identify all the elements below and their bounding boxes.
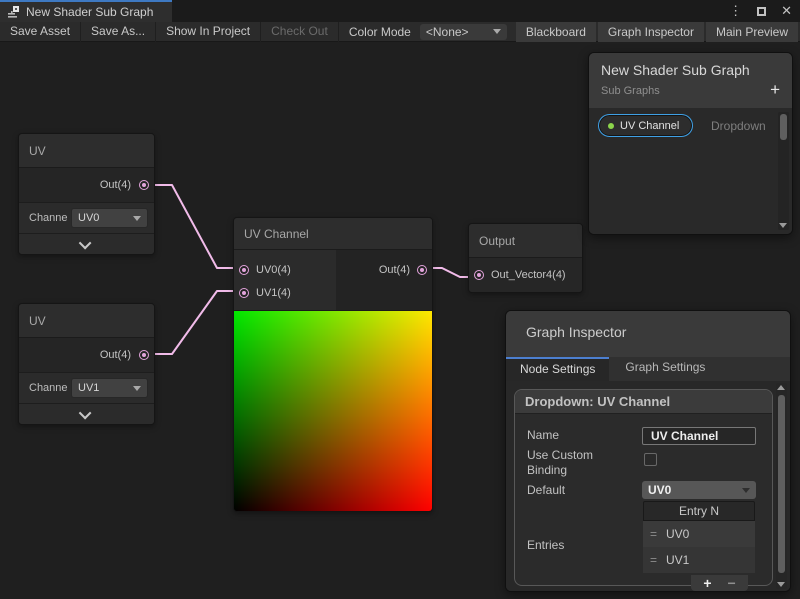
add-property-button[interactable]: + (770, 81, 780, 98)
shader-graph-icon (7, 5, 20, 19)
entry-row-uv1[interactable]: = UV1 (643, 547, 755, 573)
uv-gradient-preview (234, 310, 432, 511)
exposed-dot-icon (608, 123, 614, 129)
node-uv-top[interactable]: UV Out(4) Channe UV0 (18, 133, 155, 255)
remove-entry-button[interactable]: − (728, 576, 736, 590)
node-uv-channel[interactable]: UV Channel UV0(4) UV1(4) Out(4) (233, 217, 433, 512)
chevron-down-icon (742, 488, 750, 493)
color-mode-dropdown[interactable]: <None> (420, 24, 507, 40)
collapse-preview-button[interactable] (19, 403, 154, 424)
scrollbar-thumb[interactable] (778, 395, 785, 573)
output-port[interactable] (139, 350, 149, 360)
save-as-button[interactable]: Save As... (81, 22, 156, 42)
entries-list: Entry N = UV0 = UV1 (643, 501, 755, 573)
node-header[interactable]: Output (469, 224, 582, 258)
entries-footer: + − (691, 575, 748, 591)
graph-inspector-panel: Graph Inspector Node Settings Graph Sett… (505, 310, 791, 592)
drag-handle-icon[interactable]: = (650, 527, 657, 541)
entries-label: Entries (527, 538, 564, 552)
property-name: UV Channel (620, 120, 679, 132)
collapse-chevron-icon (79, 236, 92, 249)
edge-uv1[interactable] (145, 291, 243, 354)
blackboard-scrollbar[interactable] (778, 112, 789, 230)
chevron-down-icon (493, 29, 501, 34)
inspector-title: Graph Inspector (506, 311, 790, 340)
property-type-label: Dropdown (711, 119, 766, 133)
shader-graph-window: New Shader Sub Graph ⋮ ✕ Save Asset Save… (0, 0, 800, 599)
entries-header: Entry N (643, 501, 755, 521)
name-input[interactable]: UV Channel (642, 427, 756, 445)
scroll-down-icon[interactable] (779, 223, 787, 228)
kebab-menu-icon[interactable]: ⋮ (729, 3, 742, 19)
add-entry-button[interactable]: + (703, 576, 711, 590)
blackboard-subtitle: Sub Graphs (589, 78, 792, 97)
color-mode-value: <None> (426, 25, 493, 39)
channel-dropdown[interactable]: UV0 (71, 208, 148, 228)
port-label-uv0: UV0(4) (256, 264, 291, 276)
collapse-chevron-icon (79, 406, 92, 419)
channel-label: Channe (29, 212, 71, 224)
close-icon[interactable]: ✕ (781, 3, 792, 19)
section-title: Dropdown: UV Channel (515, 390, 772, 414)
input-port-out-vector4[interactable] (474, 270, 484, 280)
chevron-down-icon (133, 216, 141, 221)
default-dropdown[interactable]: UV0 (642, 481, 756, 499)
name-label: Name (527, 428, 559, 442)
edge-uv0[interactable] (145, 185, 243, 268)
node-header[interactable]: UV (19, 134, 154, 168)
tab-node-settings[interactable]: Node Settings (506, 357, 609, 381)
graph-inspector-toggle-button[interactable]: Graph Inspector (598, 22, 704, 42)
blackboard-toggle-button[interactable]: Blackboard (516, 22, 596, 42)
save-asset-button[interactable]: Save Asset (0, 22, 81, 42)
chevron-down-icon (133, 386, 141, 391)
blackboard-panel: New Shader Sub Graph Sub Graphs + UV Cha… (588, 52, 793, 235)
dropdown-settings-section: Dropdown: UV Channel Name UV Channel Use… (514, 389, 773, 586)
property-pill-uv-channel[interactable]: UV Channel (598, 114, 693, 137)
entry-row-uv0[interactable]: = UV0 (643, 521, 755, 547)
window-controls: ⋮ ✕ (729, 0, 792, 22)
input-port-uv1[interactable] (239, 288, 249, 298)
scroll-down-icon[interactable] (777, 582, 785, 587)
collapse-preview-button[interactable] (19, 233, 154, 254)
tab-new-shader-sub-graph[interactable]: New Shader Sub Graph (0, 0, 172, 22)
input-port-uv0[interactable] (239, 265, 249, 275)
port-label-uv1: UV1(4) (256, 287, 291, 299)
titlebar: New Shader Sub Graph ⋮ ✕ (0, 0, 800, 22)
port-label-out: Out(4) (100, 338, 131, 372)
toolbar: Save Asset Save As... Show In Project Ch… (0, 22, 800, 42)
inspector-scrollbar[interactable] (776, 383, 787, 589)
node-output[interactable]: Output Out_Vector4(4) (468, 223, 583, 293)
blackboard-title: New Shader Sub Graph (589, 53, 792, 78)
channel-dropdown[interactable]: UV1 (71, 378, 148, 398)
show-in-project-button[interactable]: Show In Project (156, 22, 261, 42)
color-mode-label: Color Mode (339, 25, 420, 39)
port-label-out: Out(4) (379, 264, 410, 276)
inspector-tabs: Node Settings Graph Settings (506, 357, 790, 381)
default-label: Default (527, 483, 565, 497)
inspector-header[interactable]: Graph Inspector (506, 311, 790, 357)
port-label-out: Out(4) (100, 168, 131, 202)
channel-label: Channe (29, 382, 71, 394)
blackboard-header[interactable]: New Shader Sub Graph Sub Graphs + (589, 53, 792, 108)
node-header[interactable]: UV Channel (234, 218, 432, 250)
scrollbar-thumb[interactable] (780, 114, 787, 140)
output-port[interactable] (139, 180, 149, 190)
tab-graph-settings[interactable]: Graph Settings (609, 357, 721, 381)
use-custom-binding-checkbox[interactable] (644, 453, 657, 466)
drag-handle-icon[interactable]: = (650, 553, 657, 567)
maximize-icon[interactable] (757, 4, 766, 19)
tab-title: New Shader Sub Graph (26, 5, 153, 19)
node-header[interactable]: UV (19, 304, 154, 338)
node-uv-bottom[interactable]: UV Out(4) Channe UV1 (18, 303, 155, 425)
output-port[interactable] (417, 265, 427, 275)
scroll-up-icon[interactable] (777, 385, 785, 390)
graph-canvas[interactable]: UV Out(4) Channe UV0 UV Out(4) (0, 42, 800, 599)
use-custom-binding-label: Use Custom Binding (527, 448, 631, 478)
check-out-button: Check Out (261, 22, 339, 42)
port-label-out-vector4: Out_Vector4(4) (491, 269, 566, 281)
main-preview-toggle-button[interactable]: Main Preview (706, 22, 798, 42)
